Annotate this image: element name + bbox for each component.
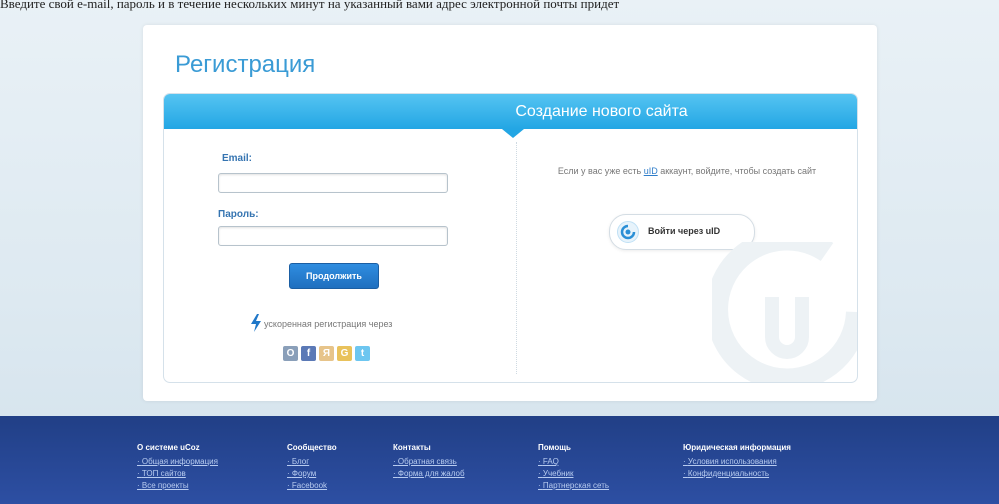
footer-heading: Сообщество	[287, 443, 337, 452]
footer-heading: Юридическая информация	[683, 443, 791, 452]
footer-link[interactable]: Форум	[287, 468, 337, 480]
fast-registration-text: ускоренная регистрация через	[264, 319, 393, 329]
login-uid-label: Войти через uID	[648, 226, 721, 236]
lightning-icon	[251, 314, 261, 332]
top-caption: Введите свой e-mail, пароль и в течение …	[0, 0, 620, 11]
footer-heading: О системе uCoz	[137, 443, 200, 452]
footer-link[interactable]: FAQ	[538, 456, 609, 468]
uid-logo-icon	[617, 221, 639, 243]
footer-col-community: Сообщество Блог Форум Facebook	[287, 443, 337, 492]
footer-col-legal: Юридическая информация Условия использов…	[683, 443, 791, 480]
create-site-panel: Создание нового сайта Email: Пароль: Про…	[163, 93, 858, 383]
panel-pointer	[502, 129, 524, 138]
footer-link[interactable]: Форма для жалоб	[393, 468, 465, 480]
continue-button[interactable]: Продолжить	[289, 263, 379, 289]
footer-link[interactable]: ТОП сайтов	[137, 468, 218, 480]
panel-header: Создание нового сайта	[164, 94, 857, 129]
uid-info-after: аккаунт, войдите, чтобы создать сайт	[657, 166, 817, 176]
page-title: Регистрация	[175, 51, 316, 78]
twitter-icon[interactable]: t	[355, 346, 370, 361]
panel-header-title: Создание нового сайта	[515, 103, 688, 120]
footer-link[interactable]: Общая информация	[137, 456, 218, 468]
registration-card: Регистрация Создание нового сайта Email:…	[143, 25, 877, 401]
uid-info-text: Если у вас уже есть uID аккаунт, войдите…	[536, 165, 838, 177]
footer-heading: Контакты	[393, 443, 431, 452]
footer: О системе uCoz Общая информация ТОП сайт…	[0, 416, 999, 504]
footer-link[interactable]: Конфиденциальность	[683, 468, 791, 480]
google-icon[interactable]: G	[337, 346, 352, 361]
yandex-icon[interactable]: Я	[319, 346, 334, 361]
footer-col-help: Помощь FAQ Учебник Партнерская сеть	[538, 443, 609, 492]
social-login-icons: ОfЯGt	[283, 346, 370, 361]
password-label: Пароль:	[218, 209, 259, 220]
footer-link[interactable]: Условия использования	[683, 456, 791, 468]
uid-info-link[interactable]: uID	[644, 166, 658, 176]
footer-link[interactable]: Все проекты	[137, 480, 218, 492]
email-label: Email:	[222, 153, 253, 164]
ucoz-watermark-icon	[712, 242, 857, 382]
footer-link[interactable]: Учебник	[538, 468, 609, 480]
footer-link[interactable]: Партнерская сеть	[538, 480, 609, 492]
password-field[interactable]	[218, 226, 448, 246]
panel-divider	[516, 142, 518, 374]
footer-col-about: О системе uCoz Общая информация ТОП сайт…	[137, 443, 218, 492]
footer-col-contacts: Контакты Обратная связь Форма для жалоб	[393, 443, 465, 480]
footer-link[interactable]: Блог	[287, 456, 337, 468]
odnoklassniki-icon[interactable]: О	[283, 346, 298, 361]
footer-heading: Помощь	[538, 443, 571, 452]
uid-info-before: Если у вас уже есть	[557, 166, 644, 176]
footer-link[interactable]: Обратная связь	[393, 456, 465, 468]
email-field[interactable]	[218, 173, 448, 193]
facebook-icon[interactable]: f	[301, 346, 316, 361]
footer-link[interactable]: Facebook	[287, 480, 337, 492]
